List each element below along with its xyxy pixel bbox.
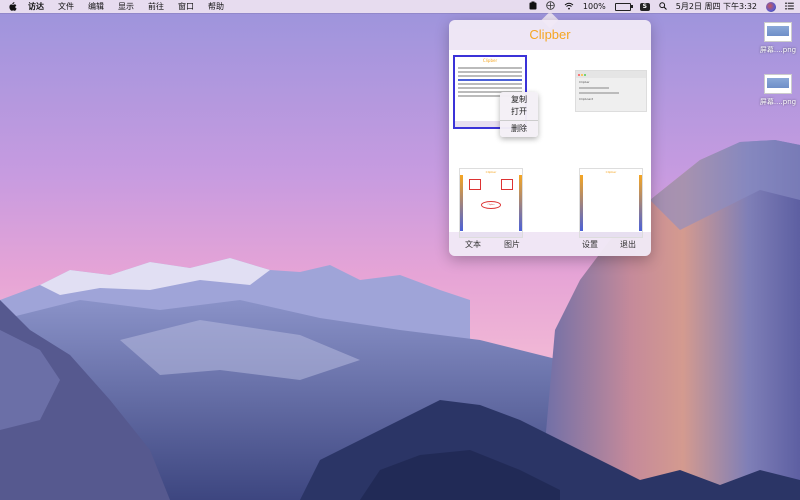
clipber-popover: Clipber Clipber Clipber Clipboard Clipbe… [449, 20, 651, 256]
menu-view[interactable]: 显示 [118, 1, 134, 12]
siri-icon[interactable] [766, 1, 776, 12]
mini-row [458, 67, 522, 69]
vpn-status-icon[interactable] [546, 1, 555, 12]
text-tab-button[interactable]: 文本 [465, 239, 481, 250]
menu-bar: 访达 文件 编辑 显示 前往 窗口 帮助 100% S 5月2日 周四 下午3:… [0, 0, 800, 13]
mini-row [458, 75, 522, 77]
menu-go[interactable]: 前往 [148, 1, 164, 12]
wifi-icon[interactable] [564, 2, 574, 12]
battery-icon[interactable] [614, 2, 633, 11]
mini-title: Clipber [485, 170, 497, 174]
mini-image [469, 179, 481, 190]
clip-grid: Clipber Clipber Clipboard Clipber Clipbe… [449, 50, 651, 238]
context-menu: 复制 打开 删除 [500, 92, 538, 137]
popover-footer: 文本 图片 设置 退出 [449, 232, 651, 256]
mini-row [458, 87, 522, 89]
apple-menu-icon[interactable] [8, 2, 18, 12]
mini-text: Clipber [579, 80, 590, 84]
clip-thumbnail[interactable]: Clipber [579, 168, 643, 238]
menu-help[interactable]: 帮助 [208, 1, 224, 12]
file-thumbnail [764, 74, 792, 94]
mini-sidebar [460, 175, 463, 231]
popover-title: Clipber [529, 27, 571, 42]
mini-badge: Clipber [481, 201, 501, 209]
mini-titlebar [576, 71, 646, 78]
menu-window[interactable]: 窗口 [178, 1, 194, 12]
battery-percent: 100% [582, 2, 606, 11]
clipboard-status-icon[interactable] [529, 1, 537, 12]
mini-sidebar [639, 175, 642, 231]
mini-title: Clipber [605, 170, 617, 174]
context-menu-separator [500, 120, 538, 121]
notification-center-icon[interactable] [785, 1, 794, 12]
mini-text: Clipboard [579, 97, 594, 101]
mini-sidebar [580, 175, 583, 231]
mini-row-selected [458, 79, 522, 81]
desktop-file-screenshot[interactable]: 屏幕....png [754, 74, 800, 107]
mini-row [458, 71, 522, 73]
datetime[interactable]: 5月2日 周四 下午3:32 [676, 1, 757, 12]
mini-line [579, 87, 609, 89]
context-menu-copy[interactable]: 复制 [500, 94, 538, 106]
image-tab-button[interactable]: 图片 [504, 239, 520, 250]
mini-image [501, 179, 513, 190]
context-menu-open[interactable]: 打开 [500, 106, 538, 118]
mini-sidebar [519, 175, 522, 231]
status-area: 100% S 5月2日 周四 下午3:32 [520, 0, 794, 13]
context-menu-delete[interactable]: 删除 [500, 123, 538, 135]
menu-app-name[interactable]: 访达 [28, 1, 44, 12]
mini-row [458, 83, 522, 85]
mini-line [579, 92, 619, 94]
settings-button[interactable]: 设置 [582, 239, 598, 250]
mini-settings-body: Clipber Clipboard [576, 78, 646, 111]
menu-file[interactable]: 文件 [58, 1, 74, 12]
clip-thumbnail[interactable]: Clipber Clipber [459, 168, 523, 238]
file-name: 屏幕....png [759, 46, 797, 54]
clip-thumbnail[interactable]: Clipber Clipboard [575, 70, 647, 112]
file-name: 屏幕....png [759, 98, 797, 106]
desktop-wallpaper [0, 0, 800, 500]
file-thumbnail [764, 22, 792, 42]
mini-title: Clipber [482, 58, 498, 63]
desktop-file-screenshot[interactable]: 屏幕....png [754, 22, 800, 55]
quit-button[interactable]: 退出 [620, 239, 636, 250]
s-app-icon[interactable]: S [639, 2, 650, 11]
menu-edit[interactable]: 编辑 [88, 1, 104, 12]
search-icon[interactable] [659, 1, 667, 12]
